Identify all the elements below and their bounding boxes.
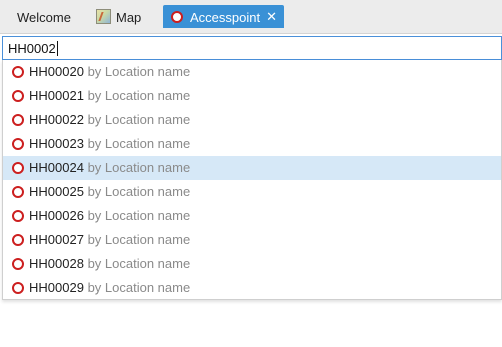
- search-input-value: HH0002: [8, 40, 56, 56]
- autocomplete-item[interactable]: HH00021 by Location name: [3, 84, 501, 108]
- item-location: by Location name: [87, 136, 191, 151]
- accesspoint-ring-icon: [171, 11, 183, 23]
- autocomplete-item[interactable]: HH00024 by Location name: [3, 156, 501, 180]
- autocomplete-item[interactable]: HH00022 by Location name: [3, 108, 501, 132]
- tab-map-label: Map: [116, 10, 142, 26]
- item-id: HH00022: [29, 112, 84, 127]
- item-location: by Location name: [87, 112, 191, 127]
- item-location: by Location name: [87, 208, 191, 223]
- item-id: HH00020: [29, 64, 84, 79]
- accesspoint-ring-icon: [12, 258, 24, 270]
- tab-welcome[interactable]: Welcome: [17, 5, 71, 28]
- accesspoint-ring-icon: [12, 90, 24, 102]
- autocomplete-item[interactable]: HH00026 by Location name: [3, 204, 501, 228]
- text-caret: [56, 40, 58, 56]
- item-id: HH00028: [29, 256, 84, 271]
- autocomplete-item[interactable]: HH00023 by Location name: [3, 132, 501, 156]
- autocomplete-item[interactable]: HH00028 by Location name: [3, 252, 501, 276]
- tab-map[interactable]: Map: [96, 5, 141, 28]
- item-id: HH00025: [29, 184, 84, 199]
- close-tab-icon[interactable]: ✕: [266, 5, 277, 28]
- accesspoint-ring-icon: [12, 234, 24, 246]
- item-location: by Location name: [87, 256, 191, 271]
- accesspoint-ring-icon: [12, 210, 24, 222]
- accesspoint-ring-icon: [12, 114, 24, 126]
- item-location: by Location name: [87, 184, 191, 199]
- tab-accesspoint-label: Accesspoint: [190, 10, 261, 26]
- accesspoint-ring-icon: [12, 282, 24, 294]
- autocomplete-list: HH00020 by Location name HH00021 by Locat…: [3, 60, 501, 300]
- accesspoint-ring-icon: [12, 186, 24, 198]
- accesspoint-ring-icon: [12, 162, 24, 174]
- autocomplete-item[interactable]: HH00020 by Location name: [3, 60, 501, 84]
- autocomplete-item[interactable]: HH00027 by Location name: [3, 228, 501, 252]
- item-id: HH00026: [29, 208, 84, 223]
- accesspoint-ring-icon: [12, 138, 24, 150]
- autocomplete-item[interactable]: HH00029 by Location name: [3, 276, 501, 300]
- tab-welcome-label: Welcome: [17, 10, 71, 26]
- search-input[interactable]: HH0002: [2, 36, 502, 60]
- item-id: HH00023: [29, 136, 84, 151]
- item-location: by Location name: [87, 232, 191, 247]
- item-id: HH00029: [29, 280, 84, 295]
- tab-accesspoint[interactable]: Accesspoint ✕: [163, 5, 284, 28]
- tab-bar: Welcome Map Accesspoint ✕: [0, 0, 502, 34]
- autocomplete-dropdown: HH00020 by Location name HH00021 by Locat…: [2, 60, 502, 300]
- accesspoint-ring-icon: [12, 66, 24, 78]
- item-location: by Location name: [87, 64, 191, 79]
- item-id: HH00027: [29, 232, 84, 247]
- autocomplete-item[interactable]: HH00025 by Location name: [3, 180, 501, 204]
- item-id: HH00024: [29, 160, 84, 175]
- item-location: by Location name: [87, 88, 191, 103]
- item-location: by Location name: [87, 160, 191, 175]
- map-icon: [96, 9, 111, 24]
- item-location: by Location name: [87, 280, 191, 295]
- item-id: HH00021: [29, 88, 84, 103]
